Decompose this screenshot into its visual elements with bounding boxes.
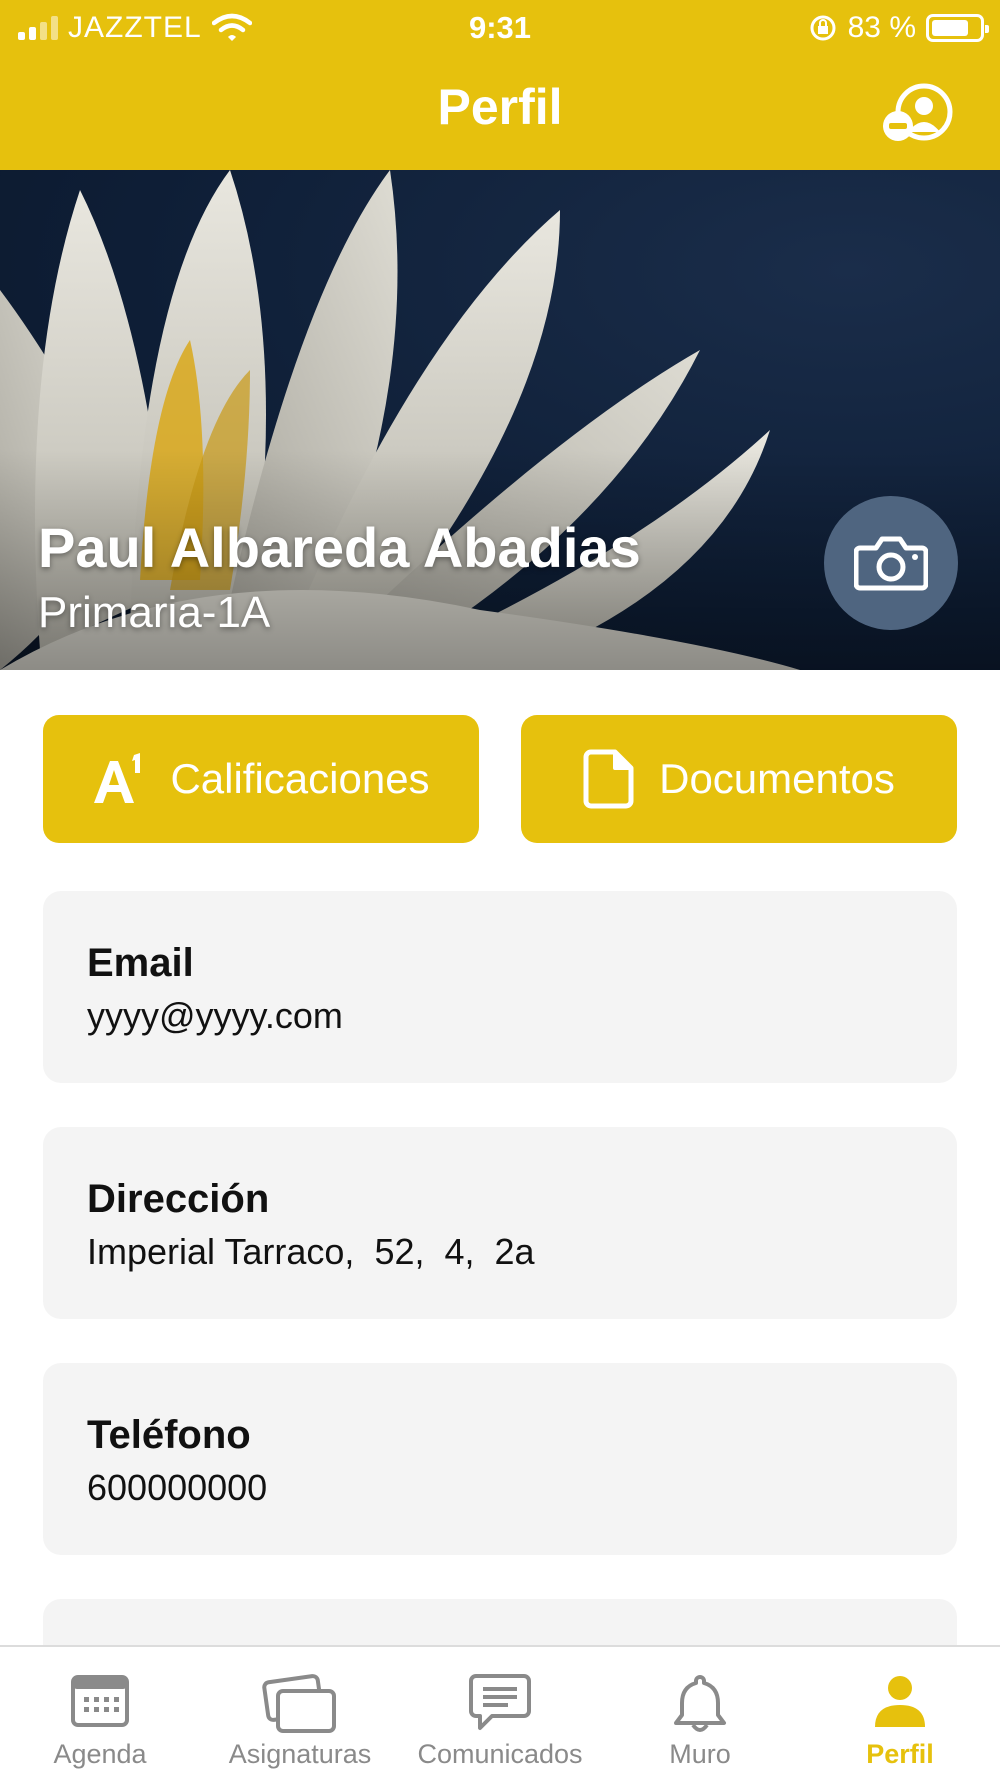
- change-photo-button[interactable]: [824, 496, 958, 630]
- documents-label: Documentos: [659, 755, 895, 802]
- student-group: Primaria-1A: [38, 588, 271, 637]
- chat-icon: [469, 1674, 531, 1730]
- calendar-icon: [71, 1675, 129, 1727]
- email-value: yyyy@yyyy.com: [87, 995, 343, 1036]
- battery-percent: 83 %: [847, 11, 916, 44]
- switch-user-button[interactable]: [882, 82, 954, 146]
- camera-icon: [854, 536, 928, 591]
- email-card: Email yyyy@yyyy.com: [43, 891, 957, 1083]
- status-right: 83 %: [808, 10, 989, 46]
- tab-bar: Agenda Asignaturas Comunicados Muro Perf…: [0, 1645, 1000, 1778]
- tab-label: Perfil: [866, 1739, 934, 1769]
- tab-label: Asignaturas: [228, 1739, 372, 1769]
- grades-label: Calificaciones: [170, 755, 430, 802]
- phone-card: Teléfono 600000000: [43, 1363, 957, 1555]
- status-bar: JAZZTEL 9:31 83 %: [0, 0, 1000, 56]
- document-icon: [583, 749, 634, 809]
- battery-icon: [926, 14, 989, 42]
- tab-label: Agenda: [53, 1739, 147, 1769]
- switch-user-icon: [883, 83, 953, 141]
- tab-wall[interactable]: Muro: [600, 1647, 800, 1778]
- person-icon: [875, 1676, 925, 1727]
- cards-icon: [262, 1674, 336, 1733]
- page-title: Perfil: [437, 79, 563, 135]
- grades-button[interactable]: Calificaciones: [43, 715, 479, 843]
- profile-actions: Calificaciones Documentos: [43, 715, 957, 843]
- documents-button[interactable]: Documentos: [521, 715, 957, 843]
- phone-label: Teléfono: [87, 1413, 251, 1457]
- grades-icon: [94, 753, 141, 803]
- tab-agenda[interactable]: Agenda: [0, 1647, 200, 1778]
- phone-value: 600000000: [87, 1467, 268, 1508]
- orientation-lock-icon: [810, 15, 836, 41]
- student-name: Paul Albareda Abadias: [38, 516, 641, 579]
- email-label: Email: [87, 941, 194, 985]
- address-value: Imperial Tarraco, 52, 4, 2a: [87, 1231, 535, 1272]
- address-card: Dirección Imperial Tarraco, 52, 4, 2a: [43, 1127, 957, 1319]
- tab-label: Muro: [669, 1739, 731, 1769]
- app-header: JAZZTEL 9:31 83 % Perfil: [0, 0, 1000, 170]
- bell-icon: [674, 1675, 726, 1732]
- tab-messages[interactable]: Comunicados: [400, 1647, 600, 1778]
- tab-subjects[interactable]: Asignaturas: [200, 1647, 400, 1778]
- address-label: Dirección: [87, 1177, 270, 1221]
- tab-profile[interactable]: Perfil: [800, 1647, 1000, 1778]
- tab-label: Comunicados: [417, 1739, 583, 1769]
- profile-hero: Paul Albareda Abadias Primaria-1A: [0, 170, 1000, 670]
